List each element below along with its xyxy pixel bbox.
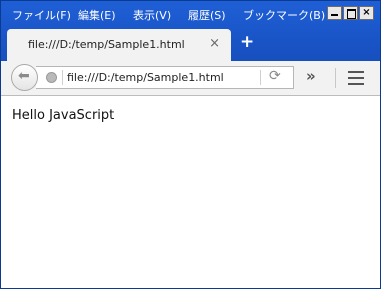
title-bar: ファイル(F) 編集(E) 表示(V) 履歴(S) ブックマーク(B) × fi… bbox=[1, 1, 380, 61]
tab-title: file:///D:/temp/Sample1.html bbox=[28, 38, 185, 51]
page-content: Hello JavaScript bbox=[1, 96, 380, 288]
menu-view[interactable]: 表示(V) bbox=[133, 7, 171, 23]
navigation-toolbar: ⟳ ⬅ » bbox=[1, 61, 380, 96]
url-divider bbox=[62, 70, 63, 85]
body-text: Hello JavaScript bbox=[12, 108, 115, 123]
back-arrow-icon: ⬅ bbox=[18, 68, 30, 84]
browser-window: ファイル(F) 編集(E) 表示(V) 履歴(S) ブックマーク(B) × fi… bbox=[0, 0, 381, 289]
toolbar-overflow-button[interactable]: » bbox=[306, 67, 316, 85]
menu-edit[interactable]: 編集(E) bbox=[78, 7, 116, 23]
window-controls: × bbox=[327, 6, 374, 20]
menu-history[interactable]: 履歴(S) bbox=[188, 7, 226, 23]
menu-bookmarks[interactable]: ブックマーク(B) bbox=[243, 7, 325, 23]
menu-file[interactable]: ファイル(F) bbox=[12, 7, 71, 23]
close-icon: × bbox=[362, 7, 371, 18]
toolbar-divider bbox=[335, 68, 336, 88]
back-button[interactable]: ⬅ bbox=[11, 64, 38, 91]
hamburger-icon[interactable] bbox=[348, 71, 364, 89]
minimize-icon bbox=[331, 14, 338, 16]
new-tab-button[interactable]: + bbox=[240, 32, 254, 52]
tab-close-icon[interactable]: × bbox=[209, 36, 220, 51]
url-bar[interactable]: ⟳ bbox=[36, 66, 294, 89]
maximize-icon bbox=[347, 9, 356, 19]
minimize-button[interactable] bbox=[327, 6, 342, 20]
url-input[interactable] bbox=[67, 69, 257, 86]
menu-bar: ファイル(F) 編集(E) 表示(V) 履歴(S) ブックマーク(B) bbox=[1, 1, 380, 27]
close-window-button[interactable]: × bbox=[359, 6, 374, 20]
browser-tab[interactable]: file:///D:/temp/Sample1.html × bbox=[7, 29, 231, 61]
reload-divider bbox=[260, 70, 261, 85]
reload-icon[interactable]: ⟳ bbox=[269, 68, 281, 84]
maximize-button[interactable] bbox=[343, 6, 358, 20]
globe-icon bbox=[46, 72, 57, 83]
